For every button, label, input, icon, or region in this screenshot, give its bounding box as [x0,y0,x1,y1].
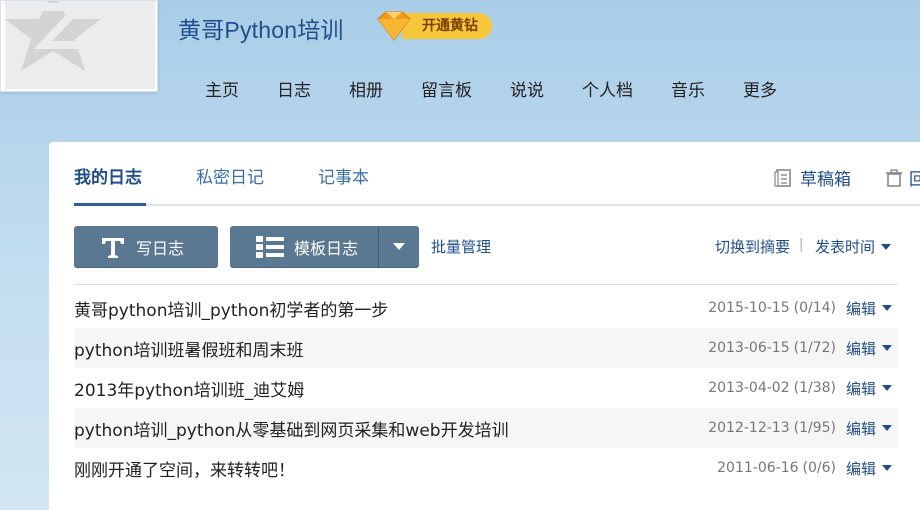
template-dropdown-toggle[interactable] [379,226,419,268]
post-counts: (0/14) [793,300,836,316]
drafts-label: 草稿箱 [800,170,851,190]
tab-divider [74,204,920,206]
post-meta: 2012-12-13 (1/95) 编辑 [708,408,892,448]
edit-menu[interactable]: 编辑 [846,298,892,319]
top-nav: 主页 日志 相册 留言板 说说 个人档 音乐 更多 [205,76,815,101]
post-counts: (0/6) [802,460,836,476]
nav-item-home[interactable]: 主页 [205,76,239,101]
chevron-down-icon [393,243,405,250]
edit-menu[interactable]: 编辑 [846,338,892,359]
edit-caret-icon [882,425,892,431]
edit-label: 编辑 [845,379,876,398]
list-item: python培训_python从零基础到网页采集和web开发培训 2012-12… [74,408,898,448]
post-meta: 2013-06-15 (1/72) 编辑 [708,328,892,368]
post-meta: 2011-06-16 (0/6) 编辑 [717,448,892,488]
post-date: 2011-06-16 [717,460,799,476]
edit-label: 编辑 [845,299,876,318]
nav-item-moods[interactable]: 说说 [510,76,544,101]
post-counts: (1/72) [793,340,836,356]
drafts-link[interactable]: 草稿箱 [774,165,851,190]
edit-menu[interactable]: 编辑 [846,458,892,479]
batch-manage-link[interactable]: 批量管理 [431,236,491,257]
tab-my-blog[interactable]: 我的日志 [74,163,142,188]
tab-private-diary[interactable]: 私密日记 [196,163,264,188]
active-tab-indicator [74,203,146,206]
edit-menu[interactable]: 编辑 [846,378,892,399]
template-blog-button[interactable]: 模板日志 [230,226,419,268]
nav-item-music[interactable]: 音乐 [671,76,705,101]
list-item: python培训班暑假班和周末班 2013-06-15 (1/72) 编辑 [74,328,898,368]
post-title[interactable]: 刚刚开通了空间，来转转吧！ [74,456,295,481]
switch-to-summary-link[interactable]: 切换到摘要 [715,236,790,257]
sort-caret-icon [881,243,892,250]
list-item: 黄哥python培训_python初学者的第一步 2015-10-15 (0/1… [74,288,898,328]
avatar[interactable] [0,0,158,92]
recycle-bin-link[interactable]: 回 [885,165,920,190]
vip-badge[interactable]: 开通黄钻 [374,11,492,41]
post-title[interactable]: 黄哥python培训_python初学者的第一步 [74,296,388,321]
diamond-icon [377,11,411,41]
sort-label: 发表时间 [815,238,876,256]
post-date: 2013-06-15 [708,340,790,356]
edit-caret-icon [882,385,892,391]
write-blog-button[interactable]: 写日志 [74,226,218,268]
edit-caret-icon [882,465,892,471]
tab-notebook[interactable]: 记事本 [318,163,369,188]
post-title[interactable]: python培训_python从零基础到网页采集和web开发培训 [74,416,509,441]
star-logo-icon [5,1,101,71]
nav-item-more[interactable]: 更多 [743,76,777,101]
sort-by-time-dropdown[interactable]: 发表时间 [815,236,892,257]
recycle-label: 回 [909,170,920,190]
list-icon [256,236,284,258]
trash-icon [886,168,902,187]
post-date: 2012-12-13 [708,420,790,436]
site-title[interactable]: 黄哥Python培训 [178,11,344,45]
list-top-divider [74,284,898,285]
post-meta: 2015-10-15 (0/14) 编辑 [708,288,892,328]
edit-caret-icon [882,345,892,351]
nav-item-profile[interactable]: 个人档 [582,76,633,101]
post-counts: (1/38) [793,380,836,396]
edit-caret-icon [882,305,892,311]
blog-post-list: 黄哥python培训_python初学者的第一步 2015-10-15 (0/1… [74,288,898,488]
nav-item-album[interactable]: 相册 [349,76,383,101]
list-item: 2013年python培训班_迪艾姆 2013-04-02 (1/38) 编辑 [74,368,898,408]
avatar-image [5,1,155,89]
write-blog-label: 写日志 [136,239,185,258]
edit-menu[interactable]: 编辑 [846,418,892,439]
draft-icon [774,168,791,187]
post-date: 2015-10-15 [708,300,790,316]
toolbar-separator: | [799,237,804,252]
edit-label: 编辑 [845,419,876,438]
post-meta: 2013-04-02 (1/38) 编辑 [708,368,892,408]
template-blog-label: 模板日志 [294,239,359,258]
post-counts: (1/95) [793,420,836,436]
blog-panel: 我的日志 私密日记 记事本 草稿箱 回 写日志 模板日志 批量管理 切换到摘要 … [49,142,920,510]
post-title[interactable]: 2013年python培训班_迪艾姆 [74,376,304,401]
edit-label: 编辑 [845,459,876,478]
post-title[interactable]: python培训班暑假班和周末班 [74,336,303,361]
edit-label: 编辑 [845,339,876,358]
list-item: 刚刚开通了空间，来转转吧！ 2011-06-16 (0/6) 编辑 [74,448,898,488]
vip-label: 开通黄钻 [402,12,492,39]
nav-item-guestbook[interactable]: 留言板 [421,76,472,101]
text-t-icon [102,238,124,258]
post-date: 2013-04-02 [708,380,790,396]
nav-item-blog[interactable]: 日志 [277,76,311,101]
